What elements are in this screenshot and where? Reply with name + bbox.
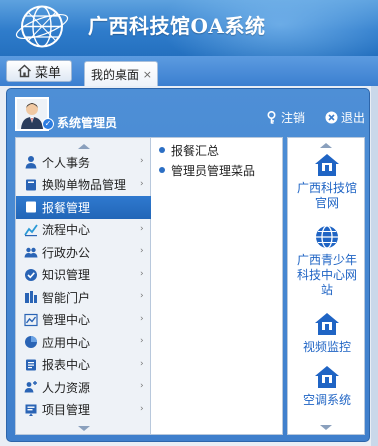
- menu-item-label: 报餐管理: [42, 200, 91, 215]
- bullet-icon: [159, 167, 165, 173]
- chevron-right-icon: ›: [140, 156, 144, 166]
- menu-item-label: 管理中心: [42, 313, 91, 328]
- chevron-right-icon: ›: [140, 336, 144, 346]
- app-header: 广西科技馆OA系统: [0, 0, 378, 56]
- key-icon: [267, 111, 276, 124]
- submenu-list: 报餐汇总管理员管理菜品: [151, 140, 255, 180]
- home-icon: [313, 364, 341, 390]
- username: 系统管理员: [57, 116, 118, 130]
- scroll-up-icon[interactable]: [76, 142, 92, 150]
- shortcut-label: 视频监控: [302, 340, 351, 354]
- scroll-down-icon[interactable]: [76, 425, 92, 433]
- tab-close-icon[interactable]: ×: [143, 68, 152, 81]
- shortcut-label: 站: [320, 283, 333, 297]
- menu-item-label: 应用中心: [42, 335, 91, 350]
- shortcut-scroll-up-icon[interactable]: [318, 141, 334, 149]
- portal-icon: [24, 290, 38, 304]
- logout-label: 注销: [281, 111, 306, 125]
- bullet-icon: [159, 147, 165, 153]
- shortcut-label: 官网: [314, 196, 339, 210]
- shortcut-label: 空调系统: [302, 393, 351, 407]
- shortcut-item[interactable]: 视频监控: [288, 311, 366, 355]
- menu-item-label: 知识管理: [42, 268, 91, 283]
- panel-header: ✓ 系统管理员 注销 退出: [7, 89, 369, 131]
- menu-item[interactable]: 报餐管理›: [16, 196, 166, 219]
- logout-button[interactable]: 注销: [265, 109, 305, 126]
- chevron-right-icon: ›: [140, 268, 144, 279]
- chevron-right-icon: ›: [140, 381, 144, 391]
- hr-icon: [24, 380, 38, 394]
- chevron-right-icon: ›: [140, 246, 144, 256]
- report-icon: [24, 358, 38, 372]
- module-menu-list: 个人事务›换购单物品管理›报餐管理›流程中心›行政办公›知识管理›智能门户›管理…: [16, 151, 166, 422]
- submenu-item[interactable]: 报餐汇总: [151, 140, 255, 160]
- shortcut-item[interactable]: 广西科技馆 官网: [288, 152, 366, 211]
- menu-item[interactable]: 行政办公 ›: [16, 241, 158, 264]
- chevron-right-icon: ›: [140, 291, 144, 301]
- menu-item[interactable]: 人力资源 ›: [16, 376, 158, 399]
- exit-button[interactable]: 退出: [325, 109, 365, 126]
- menu-item-label: 个人事务: [42, 155, 91, 170]
- globe-logo-icon: [15, 5, 69, 48]
- app-title: 广西科技馆OA系统: [88, 14, 266, 38]
- chevron-right-icon: ›: [140, 223, 144, 234]
- person-icon: [24, 155, 38, 169]
- menu-item[interactable]: 报表中心 ›: [16, 354, 158, 377]
- menu-button-label: 菜单: [34, 65, 61, 81]
- shortcut-scroll-down-icon[interactable]: [318, 424, 334, 432]
- close-circle-icon: [325, 111, 338, 124]
- tab-bar: 菜单 我的桌面 ×: [0, 56, 378, 86]
- shortcut-label: 科技中心网: [296, 268, 357, 282]
- menu-item-label: 智能门户: [42, 290, 91, 305]
- menu-item-label: 报表中心: [42, 358, 91, 373]
- book-icon: [24, 178, 38, 192]
- shortcut-label: 广西青少年: [296, 253, 357, 267]
- chevron-right-icon: ›: [140, 403, 144, 414]
- flow-icon: [24, 223, 38, 237]
- menu-item[interactable]: 智能门户 ›: [16, 286, 158, 309]
- submenu-item[interactable]: 管理员管理菜品: [151, 160, 255, 180]
- menu-item[interactable]: 个人事务 ›: [16, 151, 158, 174]
- menu-item-label: 项目管理: [42, 403, 91, 418]
- home-icon: [313, 311, 341, 337]
- people-icon: [24, 245, 38, 259]
- menu-item[interactable]: 流程中心 ›: [16, 219, 158, 242]
- pie-icon: [24, 335, 38, 349]
- module-menu: 个人事务›换购单物品管理›报餐管理›流程中心›行政办公›知识管理›智能门户›管理…: [15, 137, 166, 435]
- menu-item-label: 流程中心: [42, 223, 91, 238]
- shortcut-item[interactable]: 广西青少年 科技中心网站: [288, 224, 366, 298]
- menu-item-label: 人力资源: [42, 380, 91, 395]
- exit-label: 退出: [341, 111, 366, 125]
- chevron-right-icon: ›: [140, 178, 144, 189]
- submenu-item-label: 管理员管理菜品: [171, 163, 256, 178]
- menu-item[interactable]: 应用中心 ›: [16, 331, 158, 354]
- tab-label: 我的桌面: [91, 67, 140, 82]
- menu-button[interactable]: 菜单: [6, 60, 72, 82]
- submenu-panel: 报餐汇总管理员管理菜品: [151, 137, 283, 435]
- menu-item[interactable]: 换购单物品管理 ›: [16, 174, 158, 197]
- book-icon: [24, 200, 38, 214]
- globe-icon: [313, 224, 341, 250]
- menu-item[interactable]: 管理中心 ›: [16, 309, 158, 332]
- submenu-item-label: 报餐汇总: [171, 143, 220, 158]
- knowledge-icon: [24, 268, 38, 282]
- menu-item[interactable]: 项目管理 ›: [16, 399, 158, 422]
- menu-item[interactable]: 知识管理 ›: [16, 264, 158, 287]
- start-menu-panel: ✓ 系统管理员 注销 退出 个人事务›换购单物品管理›报餐管理›流程中心›行政办…: [6, 88, 370, 442]
- menu-item-label: 换购单物品管理: [42, 178, 127, 193]
- chevron-right-icon: ›: [140, 313, 144, 324]
- shortcut-item[interactable]: 空调系统: [288, 364, 366, 408]
- online-badge-icon: ✓: [42, 118, 54, 130]
- chevron-right-icon: ›: [140, 358, 144, 369]
- shortcut-label: 广西科技馆: [296, 181, 357, 195]
- menu-item-label: 行政办公: [42, 245, 91, 260]
- page-edge: [371, 86, 378, 446]
- project-icon: [24, 403, 38, 417]
- chart-icon: [24, 313, 38, 327]
- home-outline-icon: [18, 64, 31, 78]
- tab-my-desktop[interactable]: 我的桌面 ×: [84, 61, 158, 86]
- shortcut-panel: 广西科技馆 官网广西青少年 科技中心网站视频监控空调系统: [287, 137, 365, 435]
- home-icon: [313, 152, 341, 178]
